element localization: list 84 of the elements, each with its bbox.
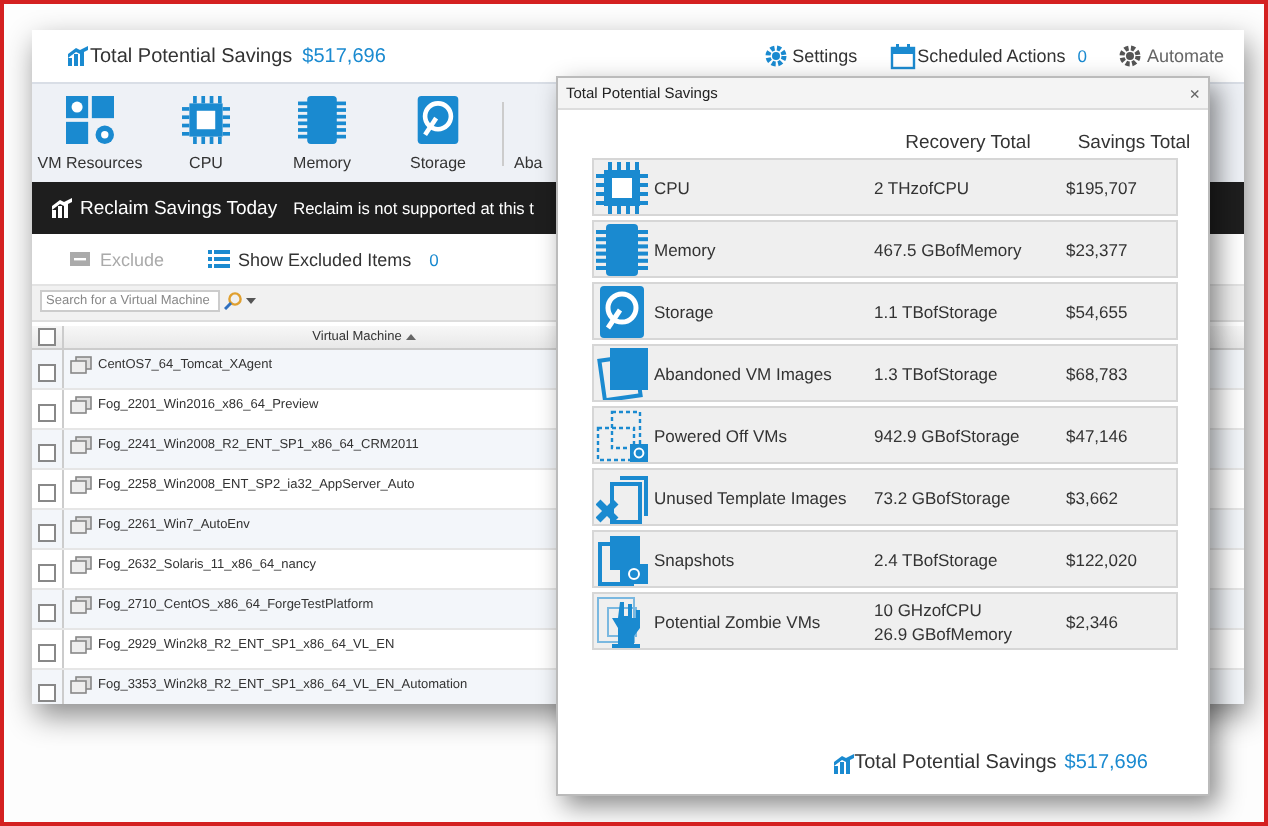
stacked-pages-cross-icon — [596, 471, 648, 523]
count-label: 0 — [1077, 46, 1087, 66]
vm-icon — [70, 556, 92, 574]
checkbox[interactable] — [38, 444, 56, 462]
savings-value: $23,377 — [1066, 239, 1128, 259]
savings-value: $47,146 — [1066, 425, 1128, 445]
reclaim-title: Reclaim Savings Today — [80, 197, 278, 219]
list-icon — [208, 248, 231, 270]
checkbox[interactable] — [38, 404, 56, 422]
caret-icon — [246, 298, 256, 304]
memory-chip-icon — [298, 95, 346, 143]
camera-images-icon — [596, 533, 648, 585]
dashed-window-icon — [596, 409, 648, 461]
gear-icon — [1118, 43, 1145, 69]
automate-link[interactable]: Automate — [1146, 46, 1224, 66]
column-header: Recovery Total — [903, 132, 1033, 154]
bar-chart-icon — [834, 753, 855, 773]
checkbox[interactable] — [38, 604, 56, 622]
savings-value: $68,783 — [1066, 363, 1128, 383]
toolbar-item[interactable]: Aba — [514, 95, 543, 171]
checkbox[interactable] — [38, 328, 56, 346]
stacked-images-icon — [596, 347, 648, 399]
category-name: Memory — [652, 239, 718, 259]
memory-chip-icon — [596, 223, 648, 275]
vm-icon — [70, 596, 92, 614]
cpu-chip-icon — [182, 95, 230, 143]
checkbox[interactable] — [38, 364, 56, 382]
reclaim-message: Reclaim is not supported at this t — [293, 198, 534, 218]
checkbox[interactable] — [38, 524, 56, 542]
close-button[interactable]: × — [1189, 83, 1200, 103]
savings-value: $3,662 — [1066, 487, 1118, 507]
search-icon — [224, 292, 242, 310]
vm-icon — [70, 676, 92, 694]
calendar-icon — [889, 43, 916, 69]
recovery-value: 942.9 GBofStorage — [874, 423, 1022, 447]
gear-icon — [764, 43, 791, 69]
checkbox[interactable] — [38, 644, 56, 662]
category-name: Potential Zombie VMs — [652, 611, 823, 631]
settings-link[interactable]: Settings — [792, 46, 858, 66]
category-name: Unused Template Images — [652, 487, 849, 507]
recovery-value: 10 GHzofCPU — [874, 597, 984, 621]
savings-label: Total Potential Savings — [90, 45, 293, 67]
category-name: Abandoned VM Images — [652, 363, 834, 383]
resource-grid-icon — [66, 95, 114, 143]
recovery-value: 1.1 TBofStorage — [874, 299, 1000, 323]
recovery-value: 1.3 TBofStorage — [874, 361, 1000, 385]
vm-icon — [70, 476, 92, 494]
checkbox[interactable] — [38, 484, 56, 502]
savings-value: $2,346 — [1066, 611, 1118, 631]
vm-icon — [70, 516, 92, 534]
vm-icon — [70, 636, 92, 654]
bar-chart-icon — [52, 198, 72, 218]
category-name: Snapshots — [652, 549, 737, 569]
savings-amount: $517,696 — [302, 45, 386, 67]
category-name: Powered Off VMs — [652, 425, 789, 445]
recovery-value: 73.2 GBofStorage — [874, 485, 1013, 509]
vm-icon — [70, 396, 92, 414]
savings-value: $195,707 — [1066, 177, 1137, 197]
recovery-value: 26.9 GBofMemory — [874, 621, 1014, 645]
cpu-chip-icon — [596, 161, 648, 213]
savings-value: $54,655 — [1066, 301, 1128, 321]
recovery-value: 467.5 GBofMemory — [874, 237, 1024, 261]
recovery-value: 2 THzofCPU — [874, 175, 972, 199]
column-header: Savings Total — [1075, 132, 1193, 154]
scheduled-actions-link[interactable]: Scheduled Actions — [917, 46, 1066, 66]
minus-box-icon — [70, 248, 92, 270]
vm-icon — [70, 436, 92, 454]
category-name: CPU — [652, 177, 692, 197]
vm-icon — [70, 356, 92, 374]
toolbar-item[interactable]: VM Resources — [32, 95, 148, 171]
category-name: Storage — [652, 301, 716, 321]
savings-value: $122,020 — [1066, 549, 1137, 569]
show-excluded-button[interactable]: Show Excluded Items — [238, 249, 412, 269]
checkbox[interactable] — [38, 684, 56, 702]
savings-amount: $517,696 — [1064, 752, 1148, 774]
recovery-value: 2.4 TBofStorage — [874, 547, 1000, 571]
toolbar-item[interactable]: Memory — [264, 95, 380, 171]
sort-icon — [405, 334, 416, 340]
savings-label: Total Potential Savings — [854, 752, 1057, 774]
toolbar-item[interactable]: Storage — [380, 95, 496, 171]
toolbar-item[interactable]: CPU — [148, 95, 264, 171]
bar-chart-icon — [68, 46, 88, 66]
checkbox[interactable] — [38, 564, 56, 582]
count-label: 0 — [429, 249, 439, 269]
